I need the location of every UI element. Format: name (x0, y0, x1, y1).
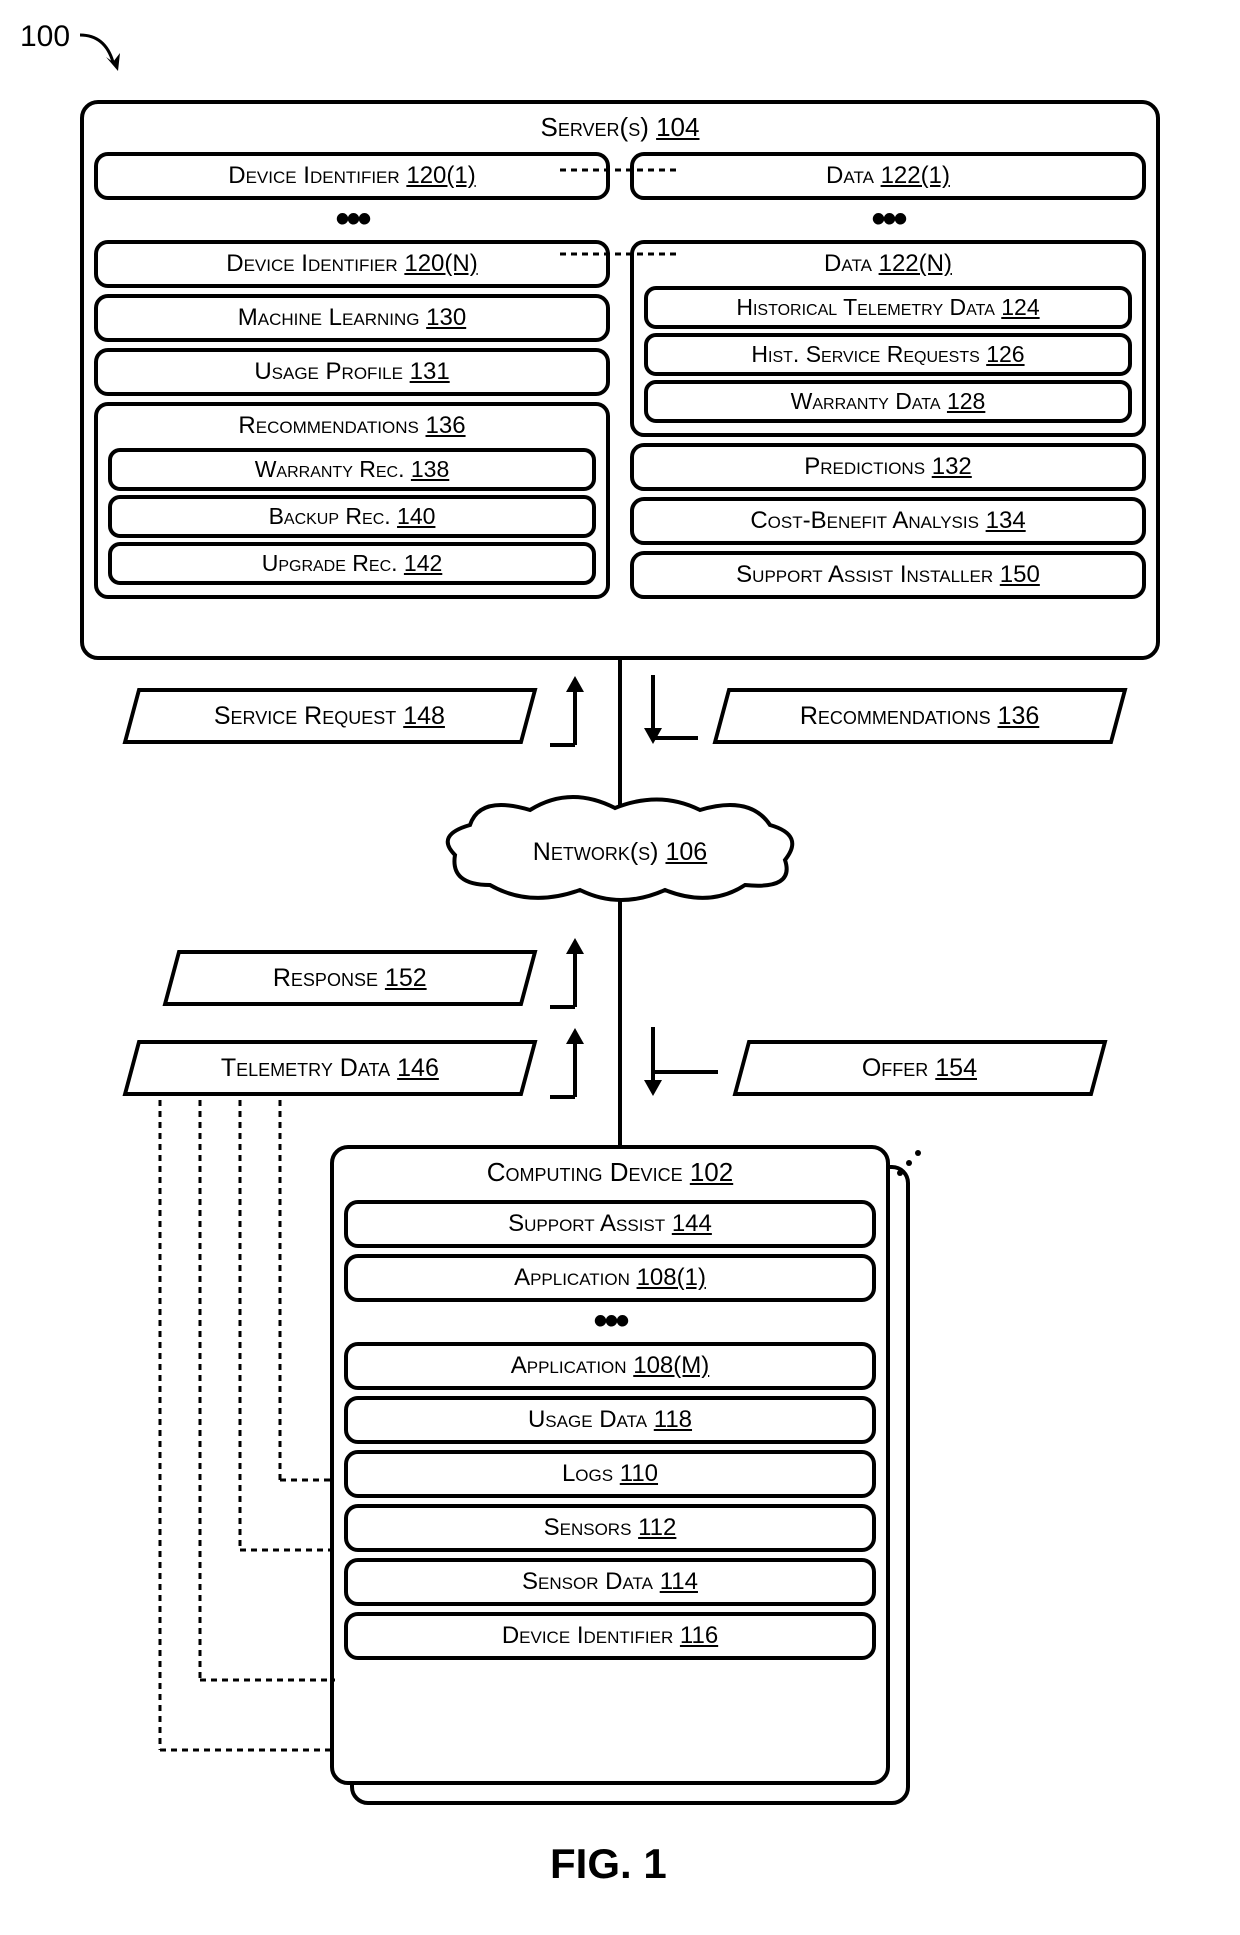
support-assist: Support Assist 144 (344, 1200, 876, 1248)
dashed-connector-icon (560, 168, 680, 172)
usage-profile: Usage Profile 131 (94, 348, 610, 396)
diagram-canvas: 100 Server(s) 104 Device Identifier 120(… (20, 20, 1220, 1915)
upgrade-rec: Upgrade Rec. 142 (108, 542, 596, 585)
server-right-column: Data 122(1) ••• Data 122(N) Historical T… (620, 146, 1156, 650)
usage-data: Usage Data 118 (344, 1396, 876, 1444)
telemetry-msg: Telemetry Data 146 (122, 1040, 537, 1096)
up-arrow-icon (550, 670, 600, 750)
stack-dots-icon (895, 1148, 925, 1178)
warranty-rec: Warranty Rec. 138 (108, 448, 596, 491)
machine-learning: Machine Learning 130 (94, 294, 610, 342)
ellipsis-icon: ••• (620, 206, 1156, 234)
application-1: Application 108(1) (344, 1254, 876, 1302)
predictions: Predictions 132 (630, 443, 1146, 491)
network-label: Network(s) 106 (510, 838, 730, 867)
recommendations-group: Recommendations 136 Warranty Rec. 138 Ba… (94, 402, 610, 599)
device-identifier-1: Device Identifier 120(1) (94, 152, 610, 200)
data-1: Data 122(1) (630, 152, 1146, 200)
device-identifier: Device Identifier 116 (344, 1612, 876, 1660)
figure-caption: FIG. 1 (550, 1840, 667, 1888)
server-container: Server(s) 104 Device Identifier 120(1) •… (80, 100, 1160, 660)
telemetry-feeder-icon (140, 1100, 340, 1780)
computing-device-title: Computing Device 102 (334, 1149, 886, 1194)
dashed-connector-icon (560, 252, 680, 256)
response-msg: Response 152 (162, 950, 537, 1006)
recommendations-msg: Recommendations 136 (712, 688, 1127, 744)
up-arrow-icon (550, 932, 600, 1012)
service-request-msg: Service Request 148 (122, 688, 537, 744)
down-arrow-icon (638, 670, 698, 750)
historical-telemetry: Historical Telemetry Data 124 (644, 286, 1132, 329)
warranty-data: Warranty Data 128 (644, 380, 1132, 423)
ellipsis-icon: ••• (334, 1308, 886, 1336)
device-identifier-n: Device Identifier 120(N) (94, 240, 610, 288)
backup-rec: Backup Rec. 140 (108, 495, 596, 538)
sensors: Sensors 112 (344, 1504, 876, 1552)
sensor-data: Sensor Data 114 (344, 1558, 876, 1606)
offer-msg: Offer 154 (732, 1040, 1107, 1096)
cost-benefit-analysis: Cost-Benefit Analysis 134 (630, 497, 1146, 545)
server-title: Server(s) 104 (84, 104, 1156, 149)
application-m: Application 108(M) (344, 1342, 876, 1390)
data-n-group: Data 122(N) Historical Telemetry Data 12… (630, 240, 1146, 437)
ellipsis-icon: ••• (84, 206, 620, 234)
figure-reference-arrow-icon (75, 20, 135, 80)
down-arrow-icon (638, 1022, 718, 1102)
figure-reference-label: 100 (20, 20, 70, 54)
logs: Logs 110 (344, 1450, 876, 1498)
support-assist-installer: Support Assist Installer 150 (630, 551, 1146, 599)
server-left-column: Device Identifier 120(1) ••• Device Iden… (84, 146, 620, 650)
recommendations-title: Recommendations 136 (98, 406, 606, 444)
hist-service-requests: Hist. Service Requests 126 (644, 333, 1132, 376)
up-arrow-icon (550, 1022, 600, 1102)
computing-device-container: Computing Device 102 Support Assist 144 … (330, 1145, 890, 1785)
data-n-title: Data 122(N) (634, 244, 1142, 282)
